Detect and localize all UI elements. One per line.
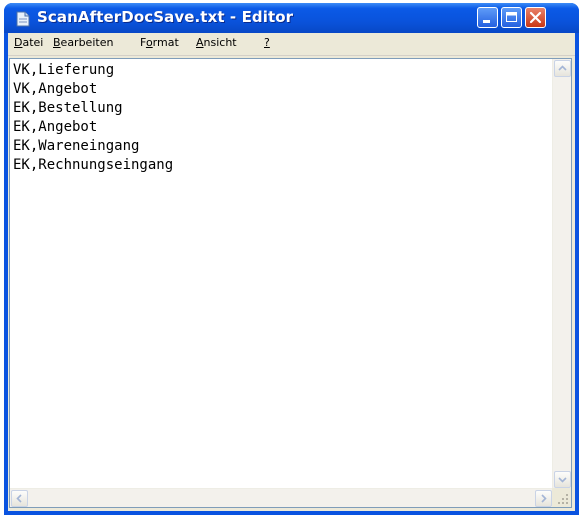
menu-format-label-rest: rmat (152, 36, 179, 49)
title-bar[interactable]: ScanAfterDocSave.txt - Editor (4, 3, 579, 33)
notepad-icon[interactable] (16, 11, 30, 27)
menu-bearbeiten-label-rest: earbeiten (60, 36, 114, 49)
scroll-right-button[interactable] (535, 490, 552, 507)
vertical-scrollbar[interactable] (552, 59, 571, 489)
scroll-up-button[interactable] (554, 60, 571, 77)
text-line: VK,Lieferung (13, 62, 115, 78)
menu-ansicht-accesskey: A (196, 36, 204, 49)
resize-grip-icon (558, 494, 568, 504)
arrow-down-icon (558, 477, 567, 483)
menu-datei[interactable]: Datei (14, 36, 43, 49)
maximize-icon (506, 12, 517, 22)
text-line: EK,Rechnungseingang (13, 157, 174, 173)
close-button[interactable] (525, 7, 546, 28)
text-line: VK,Angebot (13, 81, 98, 97)
scroll-down-button[interactable] (554, 471, 571, 488)
text-line: EK,Bestellung (13, 100, 123, 116)
menu-format-accesskey: o (145, 36, 153, 49)
menu-help[interactable]: ? (264, 36, 270, 49)
minimize-icon (483, 20, 490, 23)
text-line: EK,Wareneingang (13, 138, 140, 154)
text-line: EK,Angebot (13, 119, 98, 135)
menu-bearbeiten[interactable]: Bearbeiten (53, 36, 113, 49)
minimize-button[interactable] (477, 7, 498, 28)
menu-bearbeiten-accesskey: B (53, 36, 61, 49)
menu-format[interactable]: Format (140, 36, 179, 49)
horizontal-scrollbar[interactable] (10, 488, 553, 507)
menu-ansicht[interactable]: Ansicht (196, 36, 237, 49)
scroll-left-button[interactable] (11, 490, 28, 507)
menu-ansicht-label-rest: nsicht (203, 36, 237, 49)
window-title: ScanAfterDocSave.txt - Editor (37, 8, 294, 26)
arrow-right-icon (541, 494, 547, 503)
arrow-up-icon (558, 65, 567, 71)
menu-datei-label-rest: atei (22, 36, 44, 49)
arrow-left-icon (16, 494, 22, 503)
text-area[interactable]: VK,Lieferung VK,Angebot EK,Bestellung EK,An… (10, 59, 553, 489)
editor-window: ScanAfterDocSave.txt - Editor Datei Bear… (4, 3, 579, 515)
resize-grip[interactable] (552, 488, 571, 507)
text-editor: VK,Lieferung VK,Angebot EK,Bestellung EK,An… (9, 58, 572, 508)
window-client-area: Datei Bearbeiten Format Ansicht ? VK,Lie… (8, 33, 575, 511)
menu-help-accesskey: ? (264, 36, 270, 49)
menu-bar: Datei Bearbeiten Format Ansicht ? (8, 33, 575, 56)
maximize-button[interactable] (501, 7, 522, 28)
close-icon (529, 11, 542, 24)
